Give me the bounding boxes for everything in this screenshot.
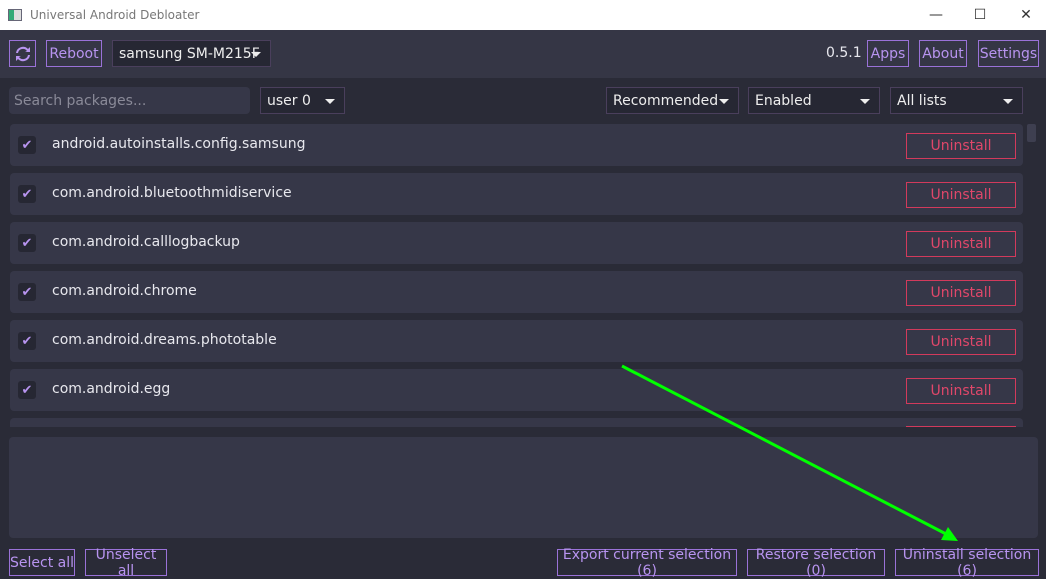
- package-checkbox[interactable]: ✔: [18, 185, 36, 203]
- chevron-down-icon: [325, 99, 335, 104]
- package-row[interactable]: ✔ com.android.bluetoothmidiservice Uninsta…: [10, 173, 1023, 215]
- refresh-icon: [15, 46, 30, 61]
- removal-select-value: Recommended: [613, 92, 719, 109]
- package-row[interactable]: ✔ com.android.egg Uninstall: [10, 369, 1023, 411]
- package-row[interactable]: ✔ android.autoinstalls.config.samsung Unin…: [10, 124, 1023, 166]
- list-select-value: All lists: [897, 92, 947, 109]
- title-bar: Universal Android Debloater — ☐ ✕: [0, 0, 1046, 30]
- user-select-value: user 0: [267, 92, 311, 109]
- package-row[interactable]: ✔ com.android.dreams.phototable Uninstall: [10, 320, 1023, 362]
- app-icon: [8, 9, 22, 21]
- user-select[interactable]: user 0: [260, 87, 345, 114]
- chevron-down-icon: [1003, 99, 1013, 104]
- about-button[interactable]: About: [919, 40, 967, 67]
- chevron-down-icon: [860, 99, 870, 104]
- package-row[interactable]: ✔ com.android.chrome Uninstall: [10, 271, 1023, 313]
- apps-button[interactable]: Apps: [867, 40, 909, 67]
- minimize-button[interactable]: —: [913, 0, 959, 30]
- state-select-value: Enabled: [755, 92, 812, 109]
- refresh-button[interactable]: [9, 40, 36, 67]
- state-select[interactable]: Enabled: [748, 87, 880, 114]
- search-input[interactable]: [9, 87, 250, 114]
- version-label: 0.5.1: [826, 45, 862, 61]
- removal-select[interactable]: Recommended: [606, 87, 739, 114]
- restore-selection-button[interactable]: Restore selection (0): [747, 547, 885, 579]
- chevron-down-icon: [719, 99, 729, 104]
- package-name: com.android.dreams.phototable: [52, 332, 277, 348]
- package-name: com.android.egg: [52, 381, 171, 397]
- top-toolbar: Reboot samsung SM-M215F 0.5.1 Apps About…: [0, 30, 1046, 78]
- package-checkbox[interactable]: ✔: [18, 283, 36, 301]
- device-select-value: samsung SM-M215F: [119, 45, 260, 62]
- uninstall-button[interactable]: Uninstall: [906, 133, 1016, 159]
- list-select[interactable]: All lists: [890, 87, 1023, 114]
- package-checkbox[interactable]: ✔: [18, 381, 36, 399]
- reboot-button[interactable]: Reboot: [46, 40, 102, 67]
- uninstall-selection-button[interactable]: Uninstall selection (6): [895, 547, 1039, 579]
- uninstall-button-partial[interactable]: [906, 426, 1016, 427]
- uninstall-button[interactable]: Uninstall: [906, 280, 1016, 306]
- close-button[interactable]: ✕: [1003, 0, 1046, 30]
- uninstall-button[interactable]: Uninstall: [906, 329, 1016, 355]
- package-list: ✔ android.autoinstalls.config.samsung Unin…: [10, 124, 1024, 427]
- list-scrollbar[interactable]: [1027, 124, 1036, 142]
- window-title: Universal Android Debloater: [30, 8, 200, 22]
- device-select[interactable]: samsung SM-M215F: [112, 40, 271, 67]
- maximize-button[interactable]: ☐: [957, 0, 1003, 30]
- package-name: com.android.bluetoothmidiservice: [52, 185, 292, 201]
- package-name: com.android.calllogbackup: [52, 234, 240, 250]
- package-name: com.android.chrome: [52, 283, 197, 299]
- package-checkbox[interactable]: ✔: [18, 332, 36, 350]
- package-row-partial[interactable]: [10, 418, 1023, 427]
- select-all-button[interactable]: Select all: [9, 549, 75, 576]
- uninstall-button[interactable]: Uninstall: [906, 378, 1016, 404]
- package-description-panel: [9, 437, 1038, 538]
- unselect-all-button[interactable]: Unselect all: [85, 547, 167, 579]
- uninstall-button[interactable]: Uninstall: [906, 231, 1016, 257]
- package-row[interactable]: ✔ com.android.calllogbackup Uninstall: [10, 222, 1023, 264]
- uninstall-button[interactable]: Uninstall: [906, 182, 1016, 208]
- settings-button[interactable]: Settings: [978, 40, 1039, 67]
- chevron-down-icon: [251, 52, 261, 57]
- package-checkbox[interactable]: ✔: [18, 136, 36, 154]
- export-selection-button[interactable]: Export current selection (6): [557, 547, 737, 579]
- package-name: android.autoinstalls.config.samsung: [52, 136, 306, 152]
- package-checkbox[interactable]: ✔: [18, 234, 36, 252]
